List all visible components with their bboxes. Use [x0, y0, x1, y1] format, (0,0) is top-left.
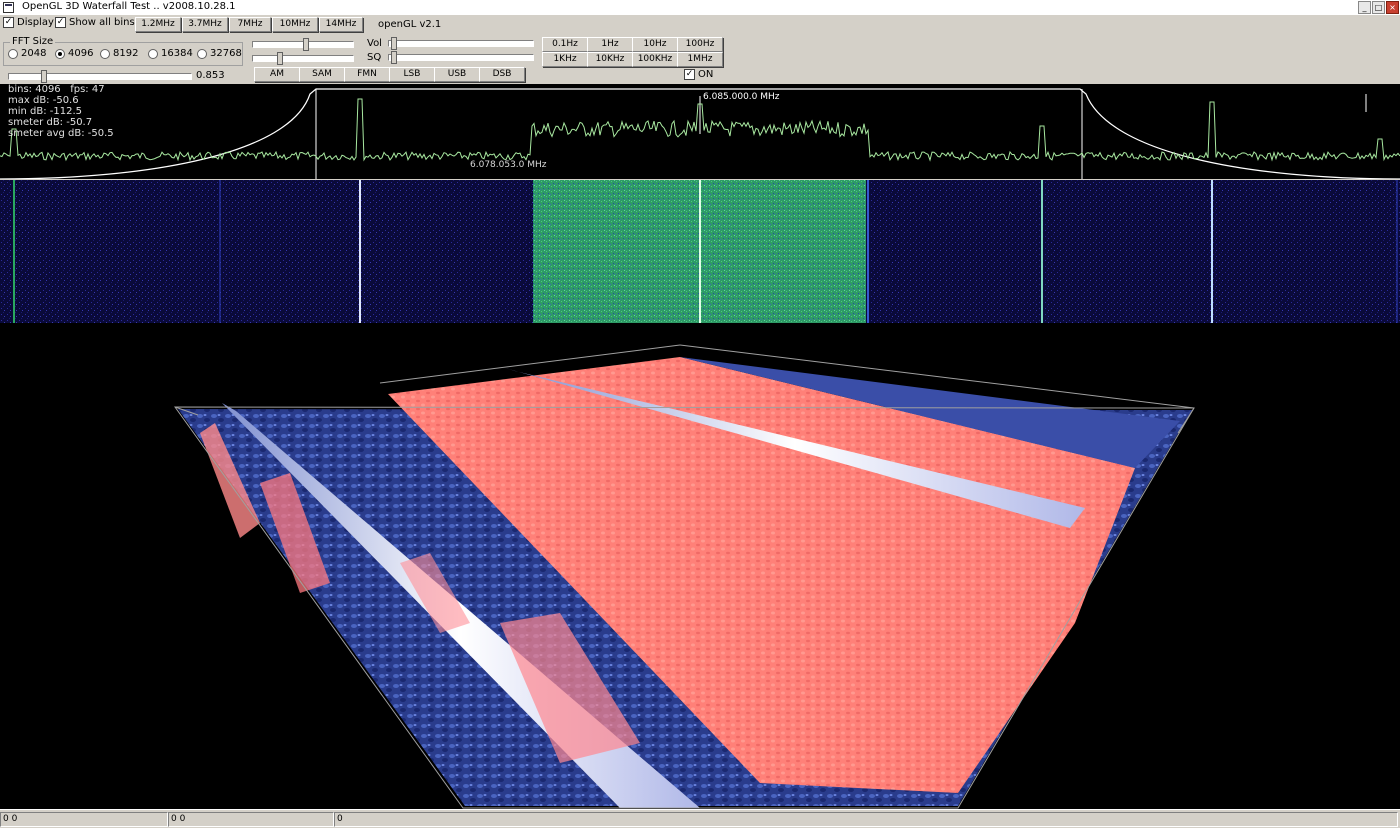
mode-sam-button[interactable]: SAM: [299, 67, 345, 82]
bins-readout: bins: 4096 fps: 47: [8, 84, 105, 95]
control-panel: ✓ Display ✓ Show all bins 1.2MHz 3.7MHz …: [0, 15, 1400, 85]
step-0-1hz-button[interactable]: 0.1Hz: [542, 37, 588, 52]
show-all-bins-checkbox[interactable]: ✓ Show all bins: [55, 17, 135, 28]
radio-icon: [197, 48, 207, 59]
step-100khz-button[interactable]: 100KHz: [632, 52, 678, 67]
on-checkbox[interactable]: ✓ ON: [684, 69, 713, 80]
max-db-readout: max dB: -50.6: [8, 95, 79, 106]
fft-radio-4096[interactable]: 4096: [55, 48, 93, 59]
fft-size-title: FFT Size: [10, 36, 56, 47]
mode-am-button[interactable]: AM: [254, 67, 300, 82]
volume-slider-thumb[interactable]: [391, 37, 397, 50]
squelch-slider-thumb[interactable]: [391, 51, 397, 64]
mode-fmn-button[interactable]: FMN: [344, 67, 390, 82]
fft-label-2048: 2048: [21, 48, 47, 59]
on-label: ON: [698, 69, 714, 80]
spectrum-plot: [0, 88, 1400, 179]
smeter-db-readout: smeter dB: -50.7: [8, 117, 93, 128]
band-button-7mhz[interactable]: 7MHz: [229, 17, 271, 32]
checkmark-icon: ✓: [3, 17, 14, 28]
fft-radio-16384[interactable]: 16384: [148, 48, 193, 59]
marker-frequency-label: 6.078.053.0 MHz: [470, 160, 547, 170]
band-button-3-7mhz[interactable]: 3.7MHz: [182, 17, 228, 32]
mode-usb-button[interactable]: USB: [434, 67, 480, 82]
checkmark-icon: ✓: [55, 17, 66, 28]
waterfall-display[interactable]: [0, 180, 1400, 323]
step-10khz-button[interactable]: 10KHz: [587, 52, 633, 67]
fft-label-8192: 8192: [113, 48, 139, 59]
radio-icon: [8, 48, 18, 59]
display-checkbox[interactable]: ✓ Display: [3, 17, 54, 28]
volume-slider[interactable]: [388, 37, 534, 50]
step-1khz-button[interactable]: 1KHz: [542, 52, 588, 67]
checkmark-icon: ✓: [684, 69, 695, 80]
level-slider-thumb[interactable]: [41, 70, 47, 83]
min-db-readout: min dB: -112.5: [8, 106, 83, 117]
close-icon[interactable]: ×: [1386, 1, 1399, 14]
step-1mhz-button[interactable]: 1MHz: [677, 52, 723, 67]
title-bar: OpenGL 3D Waterfall Test .. v2008.10.28.…: [0, 0, 1400, 16]
band-button-14mhz[interactable]: 14MHz: [319, 17, 363, 32]
fft-radio-8192[interactable]: 8192: [100, 48, 138, 59]
app-icon: [3, 2, 14, 13]
center-frequency-label: 6.085.000.0 MHz: [703, 92, 780, 102]
fft-radio-32768[interactable]: 32768: [197, 48, 242, 59]
fft-label-4096: 4096: [68, 48, 94, 59]
maximize-icon[interactable]: □: [1372, 1, 1385, 14]
gain-slider-thumb[interactable]: [303, 38, 309, 51]
spectrum-display[interactable]: bins: 4096 fps: 47 max dB: -50.6 min dB: -…: [0, 84, 1400, 179]
squelch-slider[interactable]: [388, 51, 534, 64]
opengl-version-label: openGL v2.1: [378, 19, 442, 30]
window-title: OpenGL 3D Waterfall Test .. v2008.10.28.…: [22, 1, 236, 12]
status-panel-3: 0: [334, 812, 1398, 827]
sq-label: SQ: [367, 52, 382, 63]
mode-lsb-button[interactable]: LSB: [389, 67, 435, 82]
status-panel-1: 0 0: [0, 812, 168, 827]
level-slider[interactable]: [8, 70, 192, 83]
display-label: Display: [17, 17, 54, 28]
band-button-1-2mhz[interactable]: 1.2MHz: [135, 17, 181, 32]
status-bar: 0 0 0 0 0: [0, 809, 1400, 828]
mode-dsb-button[interactable]: DSB: [479, 67, 525, 82]
spectrum-readout: bins: 4096 fps: 47 max dB: -50.6 min dB: -…: [8, 84, 114, 139]
fft-label-16384: 16384: [161, 48, 193, 59]
radio-selected-icon: [55, 48, 65, 59]
step-100hz-button[interactable]: 100Hz: [677, 37, 723, 52]
minimize-icon[interactable]: _: [1358, 1, 1371, 14]
radio-icon: [148, 48, 158, 59]
vol-label: Vol: [367, 38, 382, 49]
gain-slider[interactable]: [252, 38, 354, 51]
offset-slider-thumb[interactable]: [277, 52, 283, 65]
offset-slider[interactable]: [252, 52, 354, 65]
band-button-10mhz[interactable]: 10MHz: [272, 17, 318, 32]
step-1hz-button[interactable]: 1Hz: [587, 37, 633, 52]
3d-surface-plot: [174, 344, 1195, 809]
fft-radio-2048[interactable]: 2048: [8, 48, 46, 59]
smeter-avg-db-readout: smeter avg dB: -50.5: [8, 128, 114, 139]
3d-waterfall-view[interactable]: [0, 323, 1400, 809]
show-all-bins-label: Show all bins: [69, 17, 135, 28]
step-10hz-button[interactable]: 10Hz: [632, 37, 678, 52]
waterfall-plot: [0, 180, 1400, 323]
status-panel-2: 0 0: [168, 812, 334, 827]
radio-icon: [100, 48, 110, 59]
fft-label-32768: 32768: [210, 48, 242, 59]
level-value: 0.853: [196, 70, 225, 81]
